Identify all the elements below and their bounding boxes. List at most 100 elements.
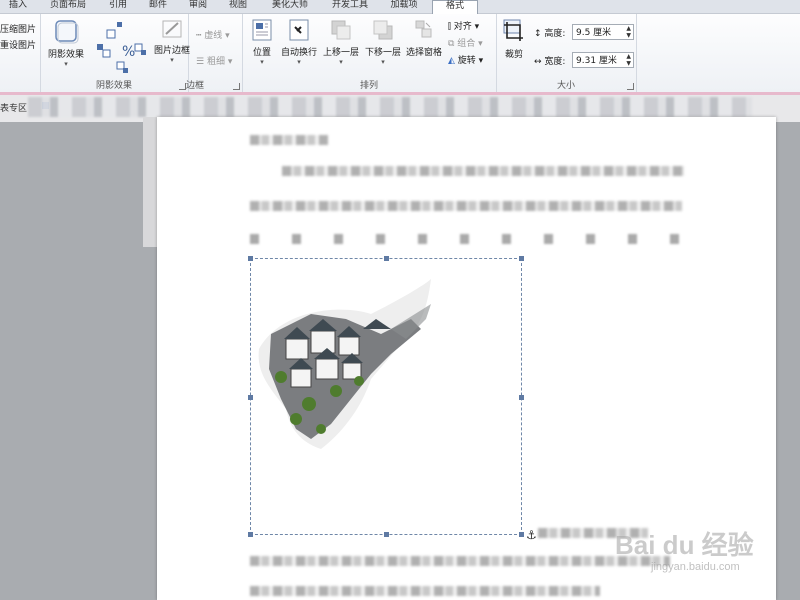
resize-handle[interactable] xyxy=(248,395,253,400)
picture-border-icon xyxy=(162,20,182,38)
resize-handle[interactable] xyxy=(384,256,389,261)
weight-icon: ☰ xyxy=(196,57,207,67)
watermark: Bai du 经验 jingyan.baidu.com xyxy=(615,515,795,585)
chevron-down-icon: ▾ xyxy=(170,56,174,64)
picture-border-button[interactable]: 图片边框 ▾ xyxy=(150,18,194,64)
width-icon: ↔ xyxy=(534,57,545,67)
tab-8[interactable]: 加载项 xyxy=(382,0,426,13)
compress-label: 压缩图片 xyxy=(0,25,37,35)
area-label: 表专区 xyxy=(0,104,28,114)
resize-handle[interactable] xyxy=(248,532,253,537)
dashes-button[interactable]: ┅ 虚线 ▾ xyxy=(196,28,230,41)
rotate-button[interactable]: ◭ 旋转 ▾ xyxy=(448,53,483,66)
arrange-group: 位置 ▾ 自动换行 ▾ 上移一层 ▾ 下移一层 ▾ 选择窗格 ⫿ 对齐 ▾ ⧉ … xyxy=(242,14,497,92)
height-icon: ↕ xyxy=(534,29,545,39)
wrap-text-icon xyxy=(289,19,309,41)
resize-handle[interactable] xyxy=(519,532,524,537)
weight-button[interactable]: ☰ 粗细 ▾ xyxy=(196,54,232,67)
ribbon-tab-bar: 插入 页面布局 引用 邮件 审阅 视图 美化大师 开发工具 加载项 格式 xyxy=(0,0,800,15)
dialog-launcher-icon[interactable] xyxy=(233,83,240,90)
tab-6[interactable]: 美化大师 xyxy=(262,0,318,13)
tab-5[interactable]: 视图 xyxy=(220,0,256,13)
compress-pictures-button[interactable]: 压缩图片 xyxy=(0,22,36,35)
anchor-icon: ⚓ xyxy=(526,528,537,542)
rotate-label: 旋转 xyxy=(457,56,476,66)
send-backward-icon xyxy=(373,20,393,40)
blurred-text-line xyxy=(250,135,328,145)
tab-2[interactable]: 引用 xyxy=(100,0,136,13)
tab-7[interactable]: 开发工具 xyxy=(322,0,378,13)
selection-pane-label: 选择窗格 xyxy=(405,48,442,58)
svg-text:%: % xyxy=(122,44,135,60)
dashes-label: 虚线 xyxy=(204,31,223,41)
dialog-launcher-icon[interactable] xyxy=(627,83,634,90)
send-backward-label: 下移一层 xyxy=(364,48,401,58)
group-objects-label: 组合 xyxy=(457,39,476,49)
picture-border-label: 图片边框 xyxy=(153,46,190,56)
tab-3[interactable]: 邮件 xyxy=(140,0,176,13)
shadow-effects-icon xyxy=(55,20,79,44)
group-icon: ⧉ xyxy=(448,39,458,49)
border-group: 图片边框 ▾ ┅ 虚线 ▾ ☰ 粗细 ▾ 边框 xyxy=(148,14,243,92)
position-label: 位置 xyxy=(252,48,271,58)
crop-button[interactable]: 裁剪 xyxy=(498,18,530,60)
tab-4[interactable]: 审阅 xyxy=(180,0,216,13)
wrap-text-label: 自动换行 xyxy=(280,48,317,58)
bring-forward-icon xyxy=(331,20,351,40)
left-margin-strip xyxy=(143,117,157,247)
resize-handle[interactable] xyxy=(248,256,253,261)
chevron-down-icon: ▾ xyxy=(260,58,264,66)
position-icon xyxy=(252,19,272,41)
resize-handle[interactable] xyxy=(519,395,524,400)
align-button[interactable]: ⫿ 对齐 ▾ xyxy=(448,19,479,32)
selection-pane-icon xyxy=(415,20,432,38)
watermark-brand: Bai du 经验 xyxy=(615,530,754,560)
watermark-url: jingyan.baidu.com xyxy=(651,561,740,573)
wrap-text-button[interactable]: 自动换行 ▾ xyxy=(278,18,320,66)
crop-icon xyxy=(503,19,523,41)
selected-picture[interactable] xyxy=(248,256,524,537)
chevron-down-icon: ▾ xyxy=(64,60,68,68)
tab-0[interactable]: 插入 xyxy=(0,0,36,13)
shadow-effects-button[interactable]: 阴影效果 ▾ xyxy=(44,18,88,68)
chevron-down-icon: ▾ xyxy=(297,58,301,66)
adjust-group: 压缩图片 重设图片 xyxy=(0,14,41,92)
shadow-effects-label: 阴影效果 xyxy=(47,50,84,60)
spinner-arrows-icon[interactable]: ▲ ▼ xyxy=(626,53,631,67)
blurred-text-line xyxy=(250,201,682,211)
height-input[interactable]: 9.5 厘米 ▲ ▼ xyxy=(572,24,634,40)
ribbon: 压缩图片 重设图片 阴影效果 ▾ % 阴影效果 图片边框 ▾ ┅ 虚线 ▾ ☰ … xyxy=(0,14,800,93)
reset-label: 重设图片 xyxy=(0,41,37,51)
rotate-icon: ◭ xyxy=(448,56,458,66)
border-group-label: 边框 xyxy=(185,81,204,91)
blurred-text-line xyxy=(250,234,682,244)
size-group: 裁剪 ↕ 高度: 9.5 厘米 ▲ ▼ ↔ 宽度: 9.31 厘米 ▲ ▼ 大小 xyxy=(496,14,637,92)
align-label: 对齐 xyxy=(453,22,472,32)
group-objects-button[interactable]: ⧉ 组合 ▾ xyxy=(448,36,483,49)
blurred-text-line xyxy=(250,556,670,566)
send-backward-button[interactable]: 下移一层 ▾ xyxy=(362,18,404,66)
chevron-down-icon: ▾ xyxy=(381,58,385,66)
blurred-text-line xyxy=(282,166,684,176)
spinner-arrows-icon[interactable]: ▲ ▼ xyxy=(626,25,631,39)
width-input[interactable]: 9.31 厘米 ▲ ▼ xyxy=(572,52,634,68)
bring-forward-label: 上移一层 xyxy=(322,48,359,58)
size-group-label: 大小 xyxy=(556,81,575,91)
reset-picture-button[interactable]: 重设图片 xyxy=(0,38,36,51)
selection-pane-button[interactable]: 选择窗格 xyxy=(404,18,444,58)
crop-label: 裁剪 xyxy=(504,50,523,60)
resize-handle[interactable] xyxy=(384,532,389,537)
accent-line xyxy=(0,92,800,95)
resize-handle[interactable] xyxy=(519,256,524,261)
tab-9[interactable]: 格式 xyxy=(432,0,478,15)
bring-forward-button[interactable]: 上移一层 ▾ xyxy=(320,18,362,66)
width-label: ↔ 宽度: xyxy=(534,57,566,67)
weight-label: 粗细 xyxy=(206,57,225,67)
arrange-group-label: 排列 xyxy=(359,81,378,91)
tab-1[interactable]: 页面布局 xyxy=(40,0,96,13)
village-picture xyxy=(258,279,431,449)
blurred-toolbar xyxy=(28,97,752,117)
chevron-down-icon: ▾ xyxy=(339,58,343,66)
blurred-text-line xyxy=(250,586,600,596)
position-button[interactable]: 位置 ▾ xyxy=(246,18,278,66)
